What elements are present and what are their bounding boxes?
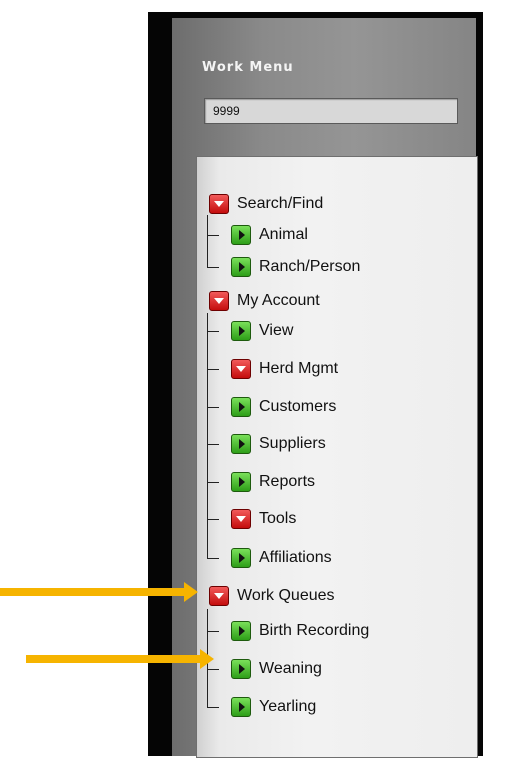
annotation-arrow-head bbox=[184, 582, 198, 602]
tree-connector bbox=[207, 482, 219, 483]
expand-icon[interactable] bbox=[231, 659, 251, 679]
tree-connector bbox=[207, 631, 219, 632]
work-menu-inner: Work Menu 9999 Search/Find Animal Ranch/… bbox=[172, 18, 478, 758]
tree-item-yearling[interactable]: Yearling bbox=[231, 697, 316, 717]
tree-item-reports[interactable]: Reports bbox=[231, 472, 315, 492]
tree-item-tools[interactable]: Tools bbox=[231, 509, 296, 529]
tree-group-work-queues[interactable]: Work Queues bbox=[209, 586, 335, 606]
tree-item-label: Birth Recording bbox=[259, 622, 370, 639]
work-menu-panel: Work Menu 9999 Search/Find Animal Ranch/… bbox=[148, 12, 483, 758]
expand-icon[interactable] bbox=[231, 472, 251, 492]
tree-connector bbox=[207, 235, 219, 236]
tree-connector bbox=[207, 331, 219, 332]
tree-connector bbox=[207, 669, 219, 670]
expand-icon[interactable] bbox=[231, 434, 251, 454]
tree-item-label: Herd Mgmt bbox=[259, 360, 339, 377]
tree-connector bbox=[207, 707, 219, 708]
tree-group-label: Work Queues bbox=[237, 587, 335, 604]
annotation-arrow-head bbox=[200, 649, 214, 669]
tree-item-label: Animal bbox=[259, 226, 308, 243]
tree-item-label: Ranch/Person bbox=[259, 258, 361, 275]
expand-icon[interactable] bbox=[231, 225, 251, 245]
tree-connector bbox=[207, 369, 219, 370]
tree-item-weaning[interactable]: Weaning bbox=[231, 659, 322, 679]
tree-item-label: Weaning bbox=[259, 660, 322, 677]
tree-item-label: Affiliations bbox=[259, 549, 332, 566]
collapse-icon[interactable] bbox=[209, 194, 229, 214]
expand-icon[interactable] bbox=[231, 548, 251, 568]
annotation-arrow-shaft bbox=[0, 588, 184, 596]
tree-group-my-account[interactable]: My Account bbox=[209, 291, 320, 311]
tree-item-view[interactable]: View bbox=[231, 321, 293, 341]
tree-connector bbox=[207, 313, 208, 559]
tree-group-label: My Account bbox=[237, 292, 320, 309]
id-input-value: 9999 bbox=[213, 104, 240, 118]
collapse-icon[interactable] bbox=[209, 291, 229, 311]
expand-icon[interactable] bbox=[231, 257, 251, 277]
expand-icon[interactable] bbox=[231, 621, 251, 641]
tree-connector bbox=[207, 215, 208, 267]
tree-item-label: Yearling bbox=[259, 698, 317, 715]
collapse-icon[interactable] bbox=[231, 359, 251, 379]
tree-connector bbox=[207, 519, 219, 520]
menu-tree: Search/Find Animal Ranch/Person My Accou… bbox=[196, 156, 478, 758]
tree-connector bbox=[207, 267, 219, 268]
tree-item-birth-recording[interactable]: Birth Recording bbox=[231, 621, 369, 641]
tree-item-suppliers[interactable]: Suppliers bbox=[231, 434, 326, 454]
work-menu-title: Work Menu bbox=[202, 60, 294, 75]
tree-connector bbox=[207, 407, 219, 408]
id-input-field[interactable]: 9999 bbox=[204, 98, 458, 124]
expand-icon[interactable] bbox=[231, 697, 251, 717]
tree-connector bbox=[207, 444, 219, 445]
tree-item-label: Reports bbox=[259, 473, 316, 490]
tree-item-ranch-person[interactable]: Ranch/Person bbox=[231, 257, 360, 277]
tree-group-search-find[interactable]: Search/Find bbox=[209, 194, 323, 214]
collapse-icon[interactable] bbox=[209, 586, 229, 606]
tree-item-customers[interactable]: Customers bbox=[231, 397, 336, 417]
collapse-icon[interactable] bbox=[231, 509, 251, 529]
tree-group-label: Search/Find bbox=[237, 195, 324, 212]
tree-item-animal[interactable]: Animal bbox=[231, 225, 308, 245]
tree-item-label: Tools bbox=[259, 510, 297, 527]
tree-item-affiliations[interactable]: Affiliations bbox=[231, 548, 332, 568]
expand-icon[interactable] bbox=[231, 321, 251, 341]
tree-item-herd-mgmt[interactable]: Herd Mgmt bbox=[231, 359, 338, 379]
annotation-arrow-shaft bbox=[26, 655, 202, 663]
tree-connector bbox=[207, 558, 219, 559]
tree-item-label: Customers bbox=[259, 398, 337, 415]
tree-item-label: Suppliers bbox=[259, 435, 326, 452]
tree-item-label: View bbox=[259, 322, 294, 339]
expand-icon[interactable] bbox=[231, 397, 251, 417]
